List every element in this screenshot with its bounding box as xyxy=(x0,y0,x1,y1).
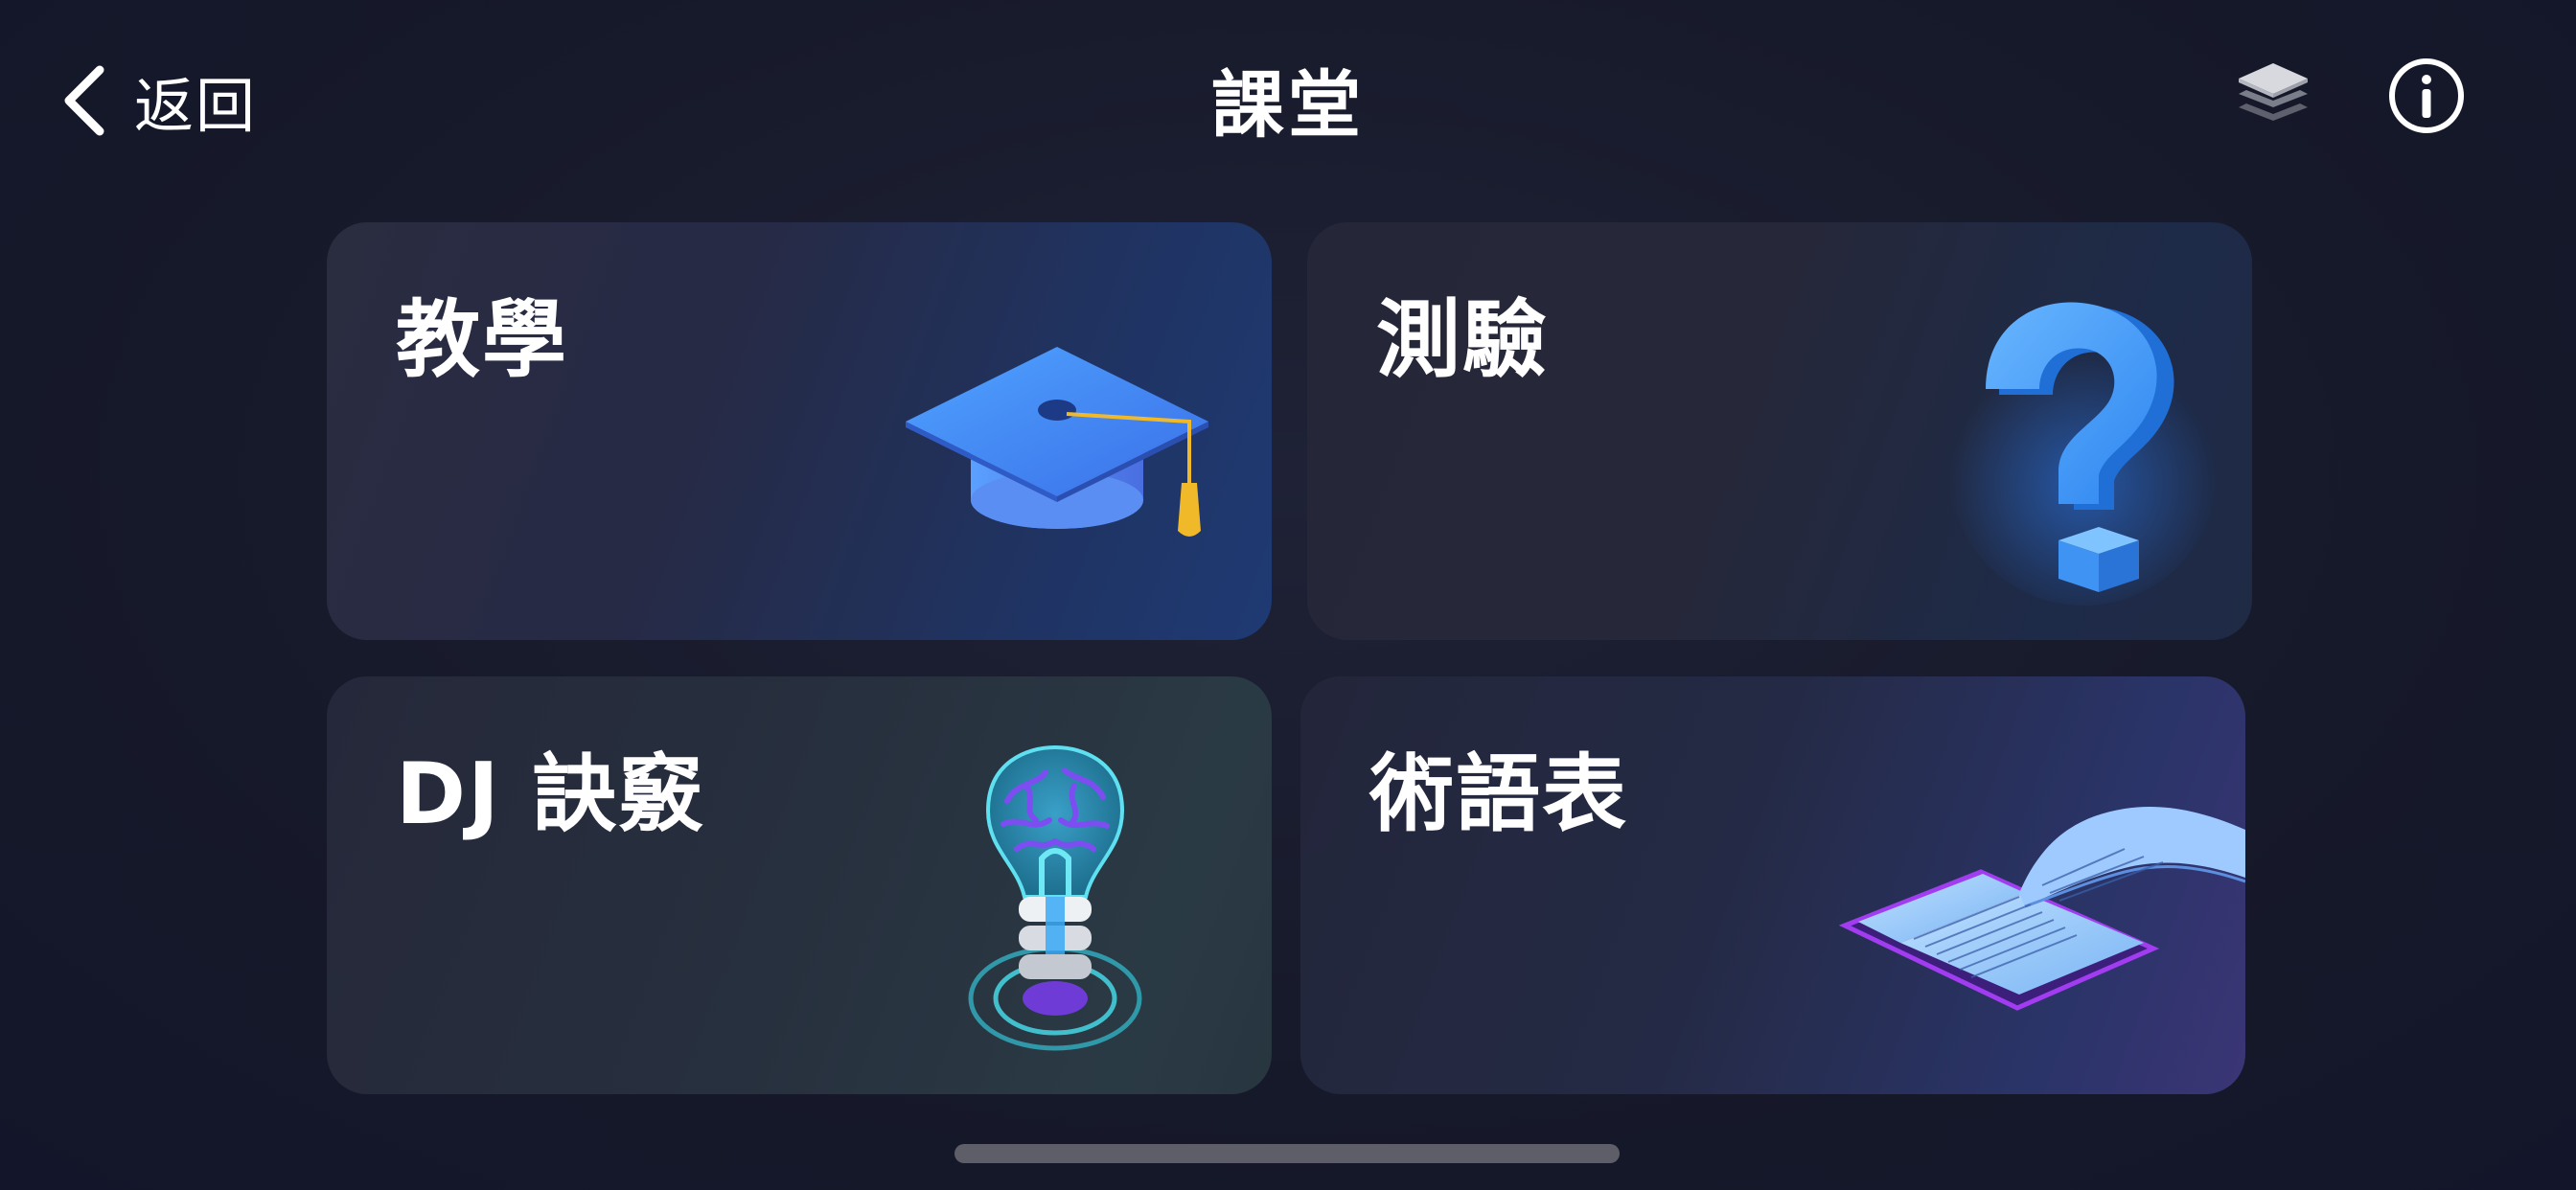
classroom-screen: 返回 課堂 教學 測驗 DJ 訣竅 術語表 xyxy=(0,0,2576,1190)
card-label: DJ 訣竅 xyxy=(396,744,705,843)
question-mark-icon xyxy=(1949,302,2218,606)
card-glossary[interactable]: 術語表 xyxy=(1300,676,2245,1094)
card-label: 測驗 xyxy=(1376,290,1550,389)
open-book-icon xyxy=(1838,807,2245,1011)
card-label: 術語表 xyxy=(1369,744,1629,843)
graduation-cap-icon xyxy=(906,347,1208,537)
info-icon[interactable] xyxy=(2386,56,2467,136)
card-label: 教學 xyxy=(396,290,569,389)
home-indicator xyxy=(954,1144,1620,1163)
layers-icon[interactable] xyxy=(2233,56,2313,136)
card-quiz[interactable]: 測驗 xyxy=(1307,222,2252,640)
card-dj-tips[interactable]: DJ 訣竅 xyxy=(327,676,1272,1094)
card-tutorials[interactable]: 教學 xyxy=(327,222,1272,640)
page-title: 課堂 xyxy=(1211,62,1365,148)
brain-bulb-icon xyxy=(968,744,1142,1051)
